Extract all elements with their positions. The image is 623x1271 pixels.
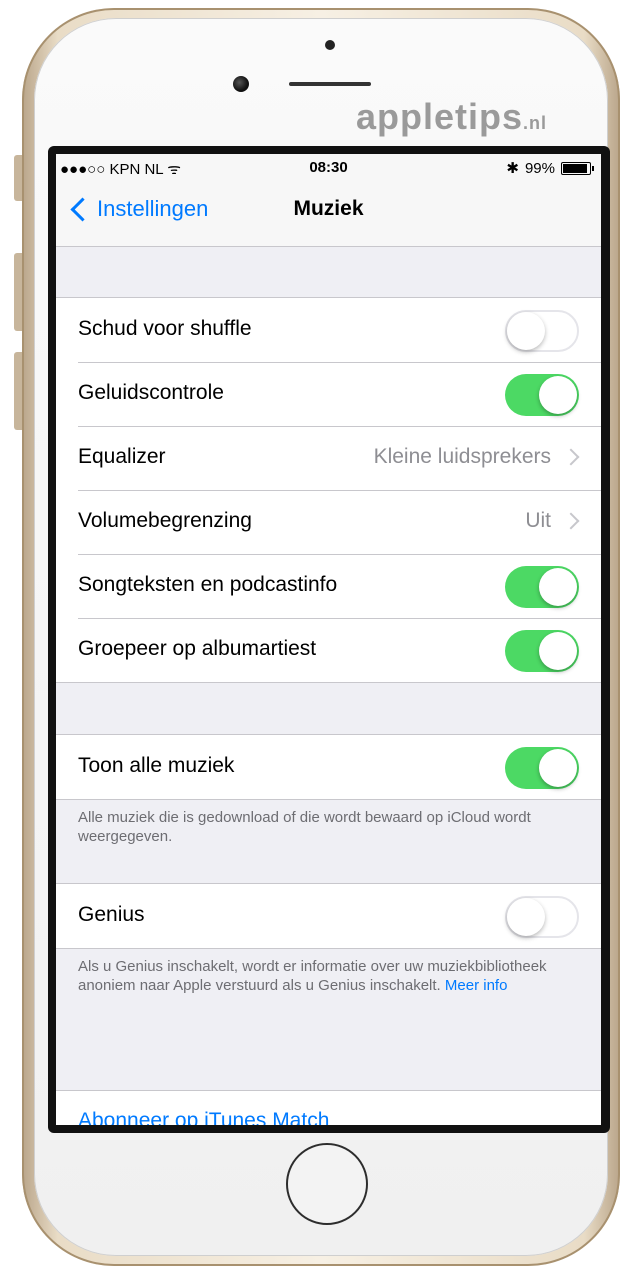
row-geluidscontrole: Geluidscontrole [56,362,601,426]
proximity-sensor [325,40,335,50]
row-volumebegrenzing[interactable]: Volumebegrenzing Uit [56,490,601,554]
sound-check-toggle[interactable] [505,374,579,416]
status-bar: ●●●○○ KPN NL ᯤ 08:30 ✱ 99% [56,154,601,180]
more-info-link[interactable]: Meer info [445,977,508,994]
row-label: Songteksten en podcastinfo [78,573,338,596]
battery-icon [561,161,594,175]
equalizer-value: Kleine luidsprekers [373,445,551,468]
status-right: ✱ 99% [506,159,594,177]
show-all-footnote: Alle muziek die is gedownload of die wor… [78,809,531,845]
page-title: Muziek [293,197,364,220]
genius-toggle[interactable] [505,896,579,938]
settings-group-itunes-match: Abonneer op iTunes Match [56,1090,601,1125]
row-label: Volumebegrenzing [78,509,252,532]
front-camera [233,76,249,92]
settings-group-show-all: Toon alle muziek [56,734,601,800]
row-toon-alle-muziek: Toon alle muziek [56,735,601,799]
volume-down-button [14,352,22,430]
row-label: Equalizer [78,445,166,468]
battery-percent: 99% [524,159,555,177]
row-schud-voor-shuffle: Schud voor shuffle [56,298,601,362]
row-songteksten: Songteksten en podcastinfo [56,554,601,618]
earpiece-speaker [289,82,371,86]
mute-switch [14,155,22,201]
bluetooth-icon: ✱ [506,160,519,177]
chevron-right-icon [562,448,580,466]
row-label: Schud voor shuffle [78,317,252,340]
row-label: Genius [78,903,145,926]
genius-footnote: Als u Genius inschakelt, wordt er inform… [78,957,578,995]
navigation-bar: Instellingen Muziek [56,180,601,247]
home-button[interactable] [286,1143,368,1225]
show-all-music-toggle[interactable] [505,747,579,789]
settings-group-genius: Genius [56,883,601,949]
row-groepeer: Groepeer op albumartiest [56,618,601,682]
row-label: Geluidscontrole [78,381,224,404]
lyrics-toggle[interactable] [505,566,579,608]
chevron-right-icon [562,512,580,530]
watermark-logo: appletips.nl [356,96,548,137]
display: ●●●○○ KPN NL ᯤ 08:30 ✱ 99% Instellingen … [56,154,601,1125]
row-genius: Genius [56,884,601,948]
itunes-match-link[interactable]: Abonneer op iTunes Match [78,1109,329,1125]
row-equalizer[interactable]: Equalizer Kleine luidsprekers [56,426,601,490]
settings-group-main: Schud voor shuffle Geluidscontrole Equal… [56,297,601,683]
row-label: Groepeer op albumartiest [78,637,317,660]
group-by-artist-toggle[interactable] [505,630,579,672]
volume-limit-value: Uit [525,509,551,532]
volume-up-button [14,253,22,331]
row-label: Toon alle muziek [78,754,235,777]
shuffle-toggle[interactable] [505,310,579,352]
screen: ●●●○○ KPN NL ᯤ 08:30 ✱ 99% Instellingen … [48,146,610,1133]
